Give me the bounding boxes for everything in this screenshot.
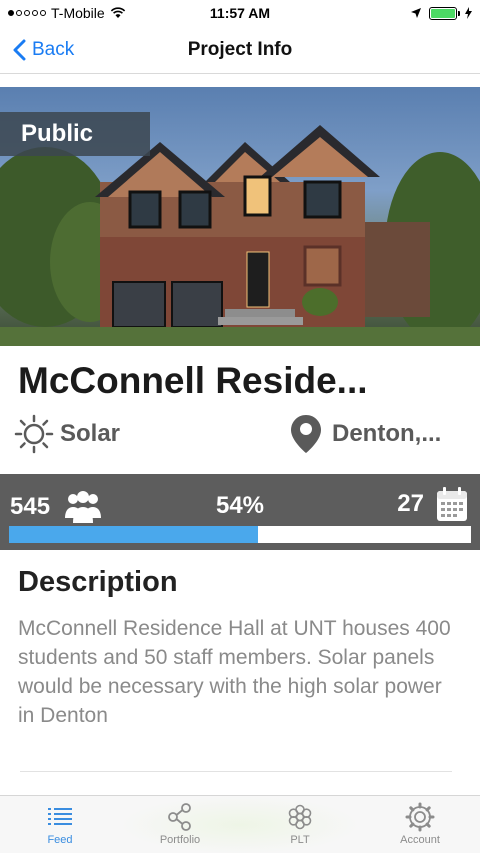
tab-portfolio[interactable]: Portfolio (120, 796, 240, 853)
project-type: Solar (14, 414, 120, 454)
divider (20, 771, 452, 772)
calendar-icon (437, 487, 467, 521)
project-location-label: Denton,... (332, 420, 442, 447)
nav-bar: Back Project Info (0, 26, 480, 74)
status-bar: T-Mobile 11:57 AM (0, 0, 480, 26)
tab-feed[interactable]: Feed (0, 796, 120, 853)
description-text: McConnell Residence Hall at UNT houses 4… (18, 617, 451, 727)
battery-icon (429, 6, 460, 20)
project-title: McConnell Reside... (18, 360, 368, 401)
tab-portfolio-label: Portfolio (159, 834, 201, 846)
back-label: Back (32, 38, 75, 60)
map-pin-icon (291, 415, 321, 453)
funding-progress-bar (9, 526, 471, 543)
share-icon (168, 803, 191, 831)
visibility-badge: Public (0, 112, 150, 156)
tab-plt-label: PLT (290, 834, 310, 846)
project-location: Denton,... (290, 414, 441, 454)
sun-icon (14, 414, 54, 454)
project-type-label: Solar (60, 420, 121, 447)
tab-account[interactable]: Account (360, 796, 480, 853)
description-heading: Description (18, 566, 178, 598)
back-button[interactable]: Back (12, 39, 74, 61)
flower-icon (288, 804, 312, 830)
days-stat: 27 (397, 486, 468, 522)
status-time: 11:57 AM (209, 5, 271, 21)
gear-icon (405, 802, 435, 832)
project-image[interactable]: Public (0, 87, 480, 346)
chevron-left-icon (13, 39, 26, 60)
project-meta: Solar Denton,... (0, 414, 480, 458)
tab-account-label: Account (400, 834, 440, 846)
list-icon (48, 808, 72, 825)
tab-feed-label: Feed (47, 834, 73, 846)
tab-plt[interactable]: PLT (240, 796, 360, 853)
days-count: 27 (397, 490, 424, 517)
tab-bar: Feed Portfolio PLT Account (0, 795, 480, 853)
funding-progress-fill (9, 526, 259, 543)
